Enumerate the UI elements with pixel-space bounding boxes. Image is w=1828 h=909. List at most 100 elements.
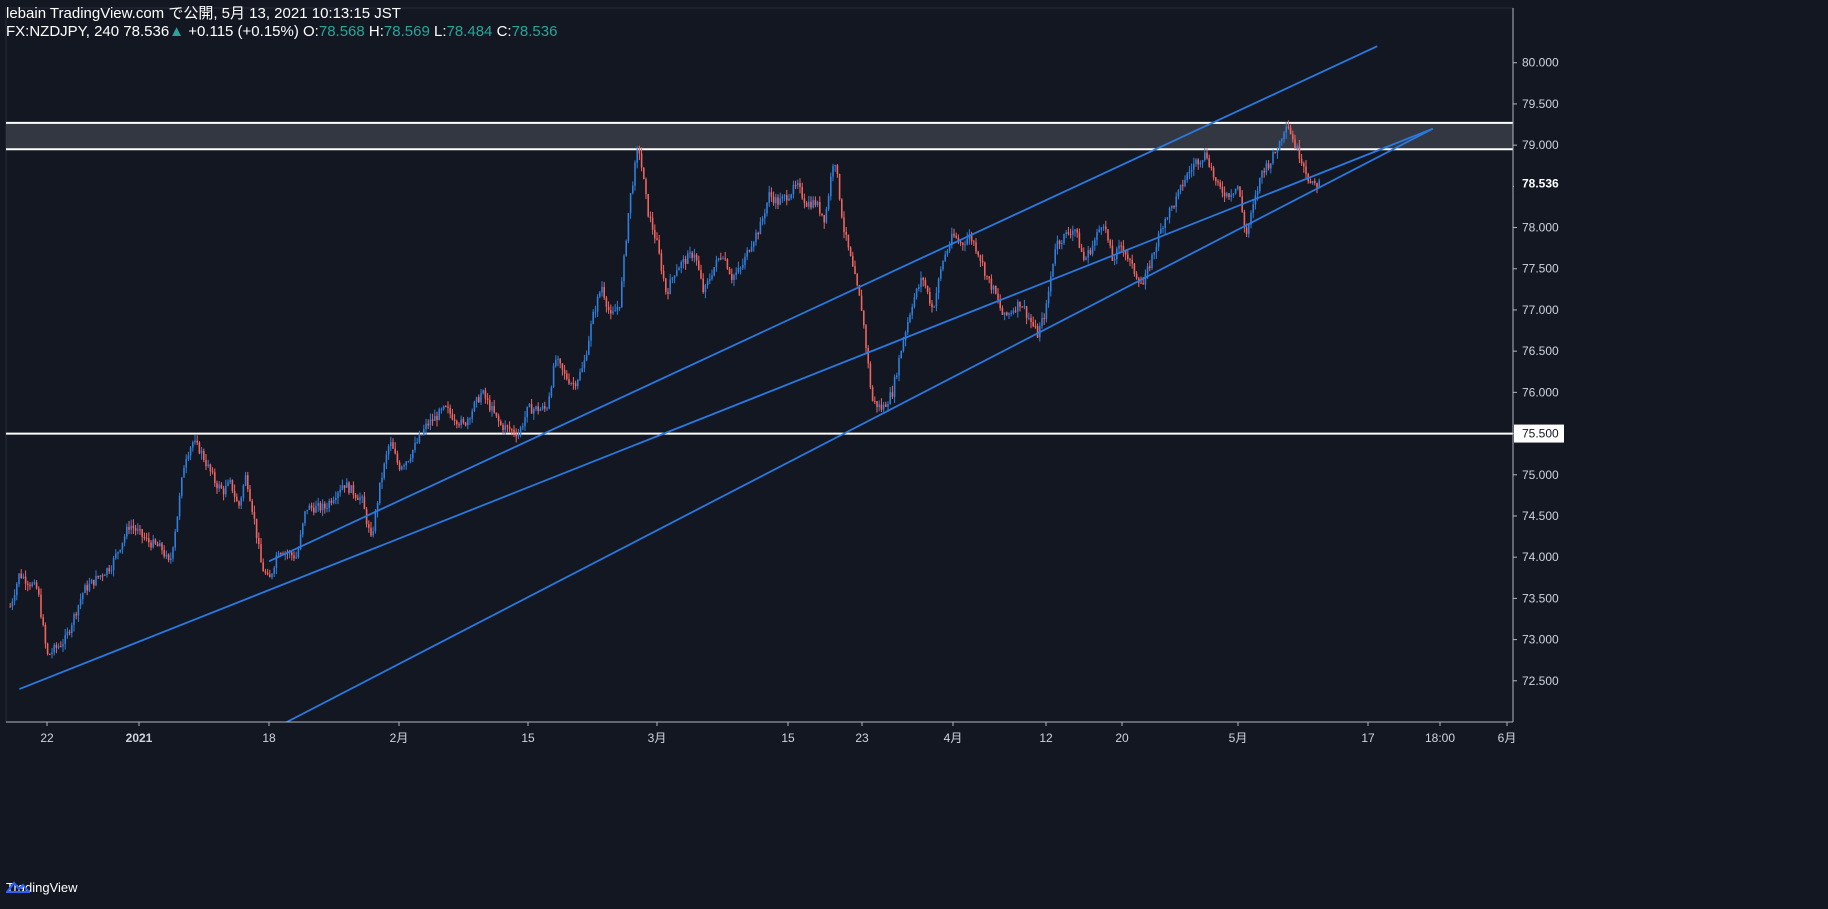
chart-area[interactable]: 80.00079.50079.00078.50078.00077.50077.0… bbox=[0, 0, 1828, 909]
candle-body bbox=[449, 408, 451, 414]
candle-body bbox=[1300, 158, 1303, 164]
candle-body bbox=[1144, 273, 1147, 285]
candle-body bbox=[332, 499, 335, 503]
y-tick-label: 72.500 bbox=[1522, 674, 1559, 688]
candle-body bbox=[568, 379, 570, 384]
candle-body bbox=[981, 260, 984, 263]
candle-body bbox=[891, 392, 894, 397]
candle-body bbox=[689, 252, 691, 254]
candle-body bbox=[577, 379, 579, 387]
candle-body bbox=[810, 201, 812, 208]
candle-body bbox=[1168, 208, 1171, 218]
candle-body bbox=[1080, 247, 1083, 252]
candle-body bbox=[104, 574, 106, 576]
candle-body bbox=[95, 575, 97, 586]
candle-body bbox=[262, 562, 264, 572]
candle-body bbox=[616, 307, 619, 311]
candle-body bbox=[786, 195, 788, 201]
y-tick-label: 77.000 bbox=[1522, 303, 1559, 317]
candle-body bbox=[57, 646, 60, 648]
candle-body bbox=[724, 258, 726, 260]
candle-body bbox=[249, 489, 251, 501]
footer-brand[interactable]: TradingView bbox=[6, 880, 78, 895]
x-tick-label: 23 bbox=[855, 731, 869, 745]
candle-body bbox=[11, 601, 14, 607]
candle-body bbox=[247, 475, 249, 490]
y-tick-label: 79.000 bbox=[1522, 138, 1559, 152]
candle-body bbox=[797, 183, 799, 186]
candle-body bbox=[1102, 226, 1105, 228]
candle-body bbox=[995, 286, 997, 294]
y-tick-label: 73.000 bbox=[1522, 633, 1559, 647]
candle-body bbox=[1111, 245, 1114, 261]
candle-body bbox=[1292, 134, 1294, 140]
candle-body bbox=[101, 575, 104, 577]
candle-body bbox=[480, 393, 482, 403]
candle-body bbox=[825, 209, 828, 223]
candle-body bbox=[165, 554, 168, 557]
candle-body bbox=[819, 202, 821, 214]
candle-body bbox=[491, 406, 493, 411]
candle-body bbox=[847, 234, 850, 248]
candle-body bbox=[238, 501, 240, 506]
candle-body bbox=[486, 398, 489, 400]
candle-body bbox=[867, 348, 869, 364]
price-chart-svg[interactable]: 80.00079.50079.00078.50078.00077.50077.0… bbox=[0, 0, 1828, 909]
candle-body bbox=[1074, 229, 1076, 231]
candle-body bbox=[772, 196, 775, 204]
candle-body bbox=[926, 285, 929, 292]
candle-body bbox=[123, 536, 126, 543]
ohlc-line: FX:NZDJPY, 240 78.536▲ +0.115 (+0.15%) O… bbox=[6, 23, 557, 40]
candle-body bbox=[977, 251, 979, 256]
candle-body bbox=[291, 552, 293, 556]
open-value: 78.568 bbox=[318, 23, 365, 40]
candle-body bbox=[442, 406, 445, 410]
candle-body bbox=[871, 387, 874, 402]
candle-body bbox=[645, 179, 647, 194]
candle-body bbox=[379, 482, 381, 504]
candle-body bbox=[277, 553, 280, 556]
candle-body bbox=[1278, 140, 1281, 151]
candle-body bbox=[731, 274, 733, 280]
candle-body bbox=[1281, 139, 1283, 141]
candle-body bbox=[548, 396, 550, 409]
candle-body bbox=[227, 482, 229, 486]
candle-body bbox=[1078, 232, 1081, 248]
candle-body bbox=[1230, 194, 1232, 198]
candle-body bbox=[1234, 188, 1237, 194]
candle-body bbox=[1267, 163, 1270, 169]
candle-body bbox=[1188, 171, 1191, 174]
candle-body bbox=[665, 278, 667, 292]
candle-body bbox=[1294, 139, 1296, 149]
candle-body bbox=[1017, 301, 1019, 312]
candle-body bbox=[414, 442, 416, 450]
candle-body bbox=[220, 484, 223, 489]
candle-body bbox=[746, 250, 748, 257]
candle-body bbox=[473, 402, 476, 412]
candle-body bbox=[401, 466, 403, 470]
candle-body bbox=[370, 527, 372, 536]
candle-body bbox=[198, 442, 201, 454]
candle-body bbox=[313, 507, 315, 513]
candle-body bbox=[1164, 218, 1166, 228]
candle-body bbox=[374, 511, 377, 532]
candle-body bbox=[849, 247, 852, 257]
candle-body bbox=[783, 195, 786, 197]
candle-body bbox=[44, 625, 47, 644]
open-label: O: bbox=[303, 23, 319, 40]
candle-body bbox=[236, 496, 238, 502]
candle-body bbox=[240, 497, 242, 506]
candle-body bbox=[555, 359, 557, 366]
candle-body bbox=[1120, 245, 1122, 247]
candle-body bbox=[823, 215, 825, 223]
candle-body bbox=[20, 573, 22, 578]
candle-body bbox=[660, 253, 663, 271]
candle-body bbox=[121, 542, 124, 550]
candle-body bbox=[1215, 177, 1217, 182]
candle-body bbox=[893, 377, 896, 397]
candle-body bbox=[744, 256, 746, 265]
candle-body bbox=[495, 412, 498, 416]
candle-body bbox=[1008, 313, 1010, 315]
candle-body bbox=[1100, 227, 1103, 230]
candle-body bbox=[704, 285, 707, 293]
